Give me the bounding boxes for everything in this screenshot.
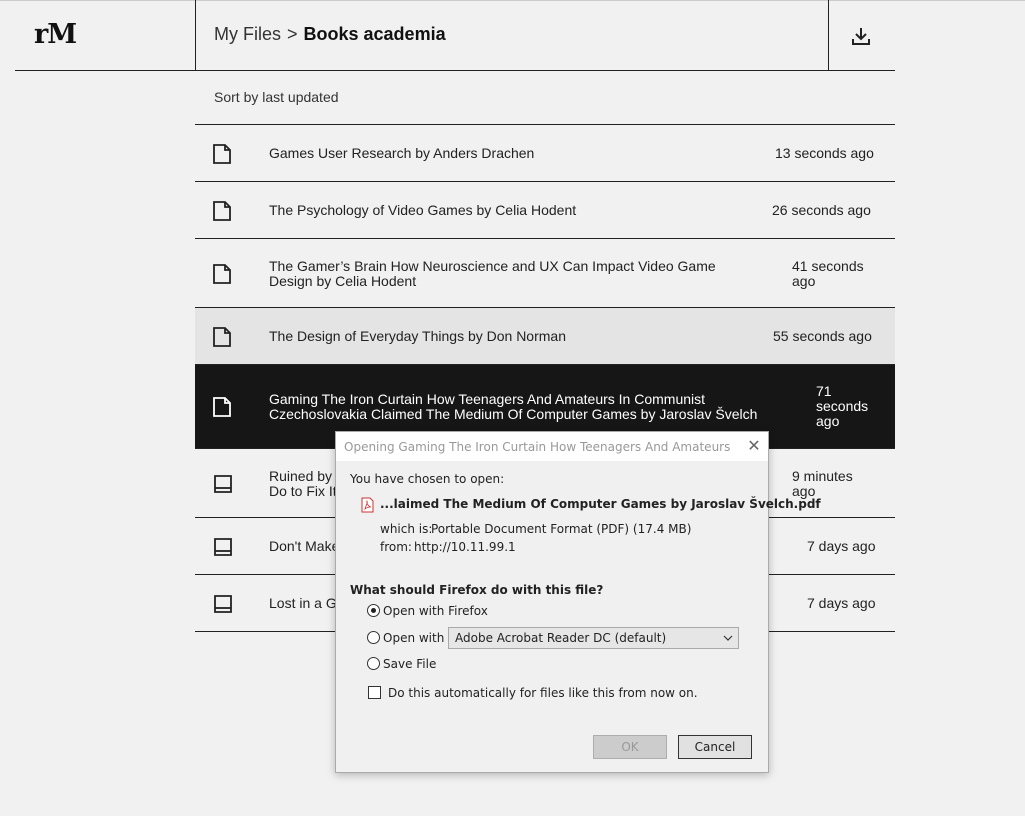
file-title-line: Czechoslovakia Claimed The Medium Of Com… [269, 406, 758, 422]
file-time: 13 seconds ago [775, 146, 874, 161]
file-title-line: Gaming The Iron Curtain How Teenagers An… [269, 391, 706, 407]
file-time: 26 seconds ago [772, 203, 871, 218]
download-icon[interactable] [849, 24, 873, 48]
header-divider [828, 0, 829, 71]
dialog-titlebar: Opening Gaming The Iron Curtain How Teen… [336, 432, 768, 461]
question: What should Firefox do with this file? [350, 583, 604, 597]
chevron-down-icon [723, 635, 733, 641]
document-icon [213, 201, 231, 226]
file-row[interactable]: The Psychology of Video Games by Celia H… [195, 182, 895, 239]
header: rM My Files > Books academia [15, 0, 895, 71]
which-is-label: which is: [380, 522, 433, 536]
ok-button[interactable]: OK [593, 735, 667, 759]
file-time: 7 days ago [807, 596, 876, 611]
breadcrumb-separator: > [287, 24, 298, 44]
close-icon[interactable]: ✕ [746, 438, 762, 454]
file-title-line: The Gamer’s Brain How Neuroscience and U… [269, 258, 716, 274]
file-row[interactable]: Games User Research by Anders Drachen 13 … [195, 125, 895, 182]
file-time-line: 55 seconds ago [773, 328, 872, 344]
document-icon [213, 264, 231, 289]
file-time-line: 9 minutes [792, 468, 853, 484]
cancel-button[interactable]: Cancel [678, 735, 752, 759]
open-with-radio[interactable] [367, 631, 380, 644]
file-title-line: Design by Celia Hodent [269, 273, 417, 289]
file-time: 7 days ago [807, 539, 876, 554]
book-icon [213, 474, 233, 499]
dialog-title: Opening Gaming The Iron Curtain How Teen… [344, 440, 734, 454]
auto-checkbox-label[interactable]: Do this automatically for files like thi… [388, 686, 698, 700]
document-icon [213, 327, 231, 352]
file-time-line: 7 days ago [807, 595, 876, 611]
file-time-line: seconds [816, 398, 869, 414]
file-title-line: The Design of Everyday Things by Don Nor… [269, 328, 566, 344]
save-file-label[interactable]: Save File [383, 657, 436, 671]
open-with-label[interactable]: Open with [383, 631, 444, 645]
file-title: Don't Make [269, 539, 339, 554]
file-title-line: Do to Fix It [269, 483, 337, 499]
chosen-label: You have chosen to open: [350, 472, 505, 486]
file-row[interactable]: The Gamer’s Brain How Neuroscience and U… [195, 239, 895, 308]
file-title: The Psychology of Video Games by Celia H… [269, 203, 576, 218]
logo[interactable]: rM [34, 19, 77, 50]
file-time-line: 13 seconds ago [775, 145, 874, 161]
file-title: Ruined by Do to Fix It [269, 469, 337, 499]
breadcrumb-root[interactable]: My Files [214, 24, 281, 44]
open-firefox-label[interactable]: Open with Firefox [383, 604, 488, 618]
application-select[interactable]: Adobe Acrobat Reader DC (default) [448, 627, 739, 649]
file-time: 9 minutes ago [792, 469, 853, 499]
breadcrumb: My Files > Books academia [214, 24, 446, 45]
file-title: Games User Research by Anders Drachen [269, 146, 534, 161]
file-title-line: Don't Make [269, 538, 340, 554]
file-title: The Design of Everyday Things by Don Nor… [269, 329, 566, 344]
save-file-radio[interactable] [367, 657, 380, 670]
from-url: http://10.11.99.1 [414, 540, 516, 554]
sort-label: Sort by last updated [214, 89, 339, 105]
file-type: Portable Document Format (PDF) (17.4 MB) [431, 522, 692, 536]
file-time-line: 7 days ago [807, 538, 876, 554]
file-title: Lost in a G [269, 596, 337, 611]
header-divider [195, 0, 196, 71]
file-row[interactable]: The Design of Everyday Things by Don Nor… [195, 308, 895, 365]
sort-control[interactable]: Sort by last updated [195, 71, 895, 125]
auto-checkbox[interactable] [368, 686, 381, 699]
book-icon [213, 537, 233, 562]
file-time: 41 seconds ago [792, 259, 864, 289]
file-time-line: 71 [816, 383, 832, 399]
file-title: The Gamer’s Brain How Neuroscience and U… [269, 259, 716, 289]
file-time-line: 41 seconds [792, 258, 864, 274]
file-time-line: ago [792, 273, 816, 289]
file-title: Gaming The Iron Curtain How Teenagers An… [269, 392, 757, 422]
file-time: 71 seconds ago [816, 384, 868, 429]
from-label: from: [380, 540, 412, 554]
file-time-line: ago [816, 413, 840, 429]
document-icon [213, 397, 231, 422]
application-select-value: Adobe Acrobat Reader DC (default) [455, 631, 667, 645]
file-title-line: Games User Research by Anders Drachen [269, 145, 535, 161]
file-title-line: The Psychology of Video Games by Celia H… [269, 202, 577, 218]
book-icon [213, 594, 233, 619]
breadcrumb-current: Books academia [303, 24, 446, 44]
file-name: ...laimed The Medium Of Computer Games b… [380, 497, 821, 511]
file-time-line: 26 seconds ago [772, 202, 871, 218]
file-title-line: Lost in a G [269, 595, 337, 611]
file-time: 55 seconds ago [773, 329, 872, 344]
document-icon [213, 144, 231, 169]
file-title-line: Ruined by [269, 468, 333, 484]
download-dialog: Opening Gaming The Iron Curtain How Teen… [335, 431, 821, 773]
open-firefox-radio[interactable] [367, 604, 380, 617]
pdf-icon [361, 497, 374, 513]
